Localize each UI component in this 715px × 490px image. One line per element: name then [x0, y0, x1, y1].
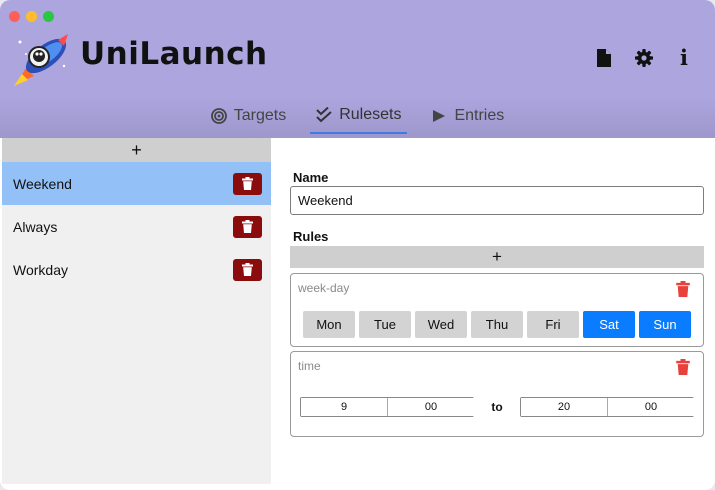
- end-time-group: [520, 397, 694, 417]
- tab-entries-label: Entries: [454, 107, 505, 124]
- delete-rule-icon[interactable]: [675, 281, 691, 297]
- time-range-row: to: [300, 397, 694, 417]
- ruleset-name-input[interactable]: [290, 186, 704, 215]
- close-window-button[interactable]: [9, 11, 20, 22]
- day-toggle-sun[interactable]: Sun: [639, 311, 691, 338]
- delete-ruleset-button[interactable]: [233, 215, 262, 238]
- tab-rulesets[interactable]: Rulesets: [310, 104, 408, 134]
- delete-ruleset-button[interactable]: [233, 258, 262, 281]
- app-title: UniLaunch: [80, 36, 268, 72]
- minimize-window-button[interactable]: [26, 11, 37, 22]
- sidebar-item-weekend[interactable]: Weekend: [2, 162, 271, 205]
- tab-targets[interactable]: Targets: [205, 104, 292, 134]
- rule-type-label: week-day: [298, 281, 350, 295]
- weekday-rule-card: week-day Mon Tue Wed Thu Fri Sat Sun: [290, 273, 704, 347]
- document-icon[interactable]: [595, 48, 613, 68]
- info-glyph: i: [680, 45, 688, 70]
- weekday-toggle-group: Mon Tue Wed Thu Fri Sat Sun: [303, 311, 691, 338]
- day-toggle-mon[interactable]: Mon: [303, 311, 355, 338]
- start-hour-input[interactable]: [301, 398, 387, 416]
- sidebar-item-always[interactable]: Always: [2, 205, 271, 248]
- tab-targets-label: Targets: [233, 107, 287, 124]
- tab-rulesets-label: Rulesets: [339, 106, 402, 123]
- double-check-icon: [316, 107, 332, 123]
- end-hour-input[interactable]: [521, 398, 607, 416]
- delete-rule-icon[interactable]: [675, 359, 691, 375]
- app-header: UniLaunch i Targets Rulesets Entries: [0, 0, 715, 138]
- tab-entries[interactable]: Entries: [425, 104, 510, 134]
- rule-type-label: time: [298, 359, 321, 373]
- ruleset-sidebar: + Weekend Always Workday: [2, 138, 271, 484]
- gear-icon[interactable]: [635, 48, 653, 68]
- info-icon[interactable]: i: [675, 45, 693, 70]
- rocket-astronaut-icon: [14, 34, 68, 86]
- sidebar-item-workday[interactable]: Workday: [2, 248, 271, 291]
- to-label: to: [491, 400, 503, 414]
- name-label: Name: [293, 170, 329, 185]
- rules-label: Rules: [293, 229, 329, 244]
- day-toggle-thu[interactable]: Thu: [471, 311, 523, 338]
- header-actions: i: [595, 45, 693, 70]
- delete-ruleset-button[interactable]: [233, 172, 262, 195]
- main-tabs: Targets Rulesets Entries: [0, 104, 715, 134]
- trash-icon: [242, 220, 253, 233]
- sidebar-item-label: Always: [13, 218, 58, 235]
- start-time-group: [300, 397, 474, 417]
- day-toggle-wed[interactable]: Wed: [415, 311, 467, 338]
- maximize-window-button[interactable]: [43, 11, 54, 22]
- time-rule-card: time to: [290, 351, 704, 437]
- window-controls: [9, 11, 54, 22]
- day-toggle-tue[interactable]: Tue: [359, 311, 411, 338]
- app-window: UniLaunch i Targets Rulesets Entries + W…: [0, 0, 715, 490]
- sidebar-item-label: Workday: [13, 261, 68, 278]
- day-toggle-sat[interactable]: Sat: [583, 311, 635, 338]
- trash-icon: [242, 177, 253, 190]
- end-minute-input[interactable]: [607, 398, 694, 416]
- day-toggle-fri[interactable]: Fri: [527, 311, 579, 338]
- trash-icon: [242, 263, 253, 276]
- play-icon: [431, 108, 447, 124]
- add-rule-button[interactable]: +: [290, 246, 704, 268]
- target-icon: [210, 108, 227, 124]
- add-ruleset-button[interactable]: +: [2, 138, 271, 162]
- sidebar-item-label: Weekend: [13, 175, 72, 192]
- start-minute-input[interactable]: [387, 398, 474, 416]
